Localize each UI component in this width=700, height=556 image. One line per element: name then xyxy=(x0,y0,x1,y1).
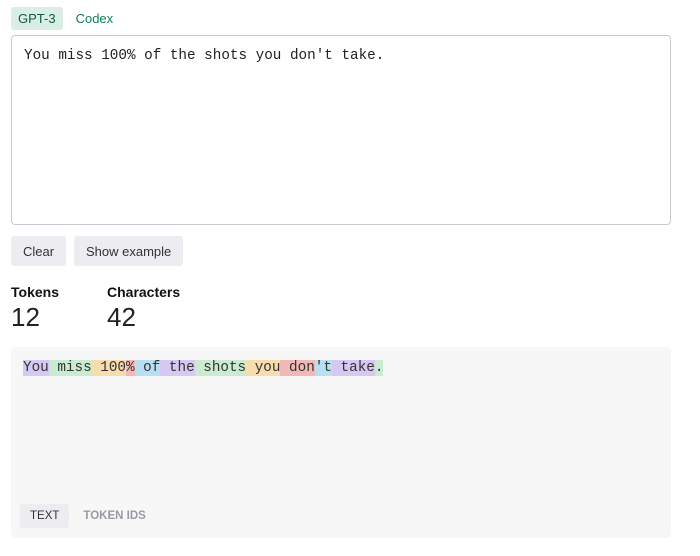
token: shots xyxy=(194,360,247,376)
tokens-stat: Tokens 12 xyxy=(11,284,59,333)
token: 100 xyxy=(91,360,126,376)
token-list: You miss 100% of the shots you don't tak… xyxy=(23,359,384,377)
tokens-count: 12 xyxy=(11,302,40,332)
tab-codex[interactable]: Codex xyxy=(69,7,121,30)
token: of xyxy=(134,360,161,376)
model-tabs: GPT-3 Codex xyxy=(11,7,120,30)
characters-stat: Characters 42 xyxy=(107,284,180,333)
characters-label: Characters xyxy=(107,284,181,300)
token: take xyxy=(331,360,375,376)
tab-gpt3[interactable]: GPT-3 xyxy=(11,7,63,30)
tokenized-output: You miss 100% of the shots you don't tak… xyxy=(11,347,671,538)
view-tabs: TEXT TOKEN IDS xyxy=(20,504,156,528)
token: the xyxy=(160,360,195,376)
token: miss xyxy=(48,360,92,376)
token: don xyxy=(280,360,315,376)
show-example-button[interactable]: Show example xyxy=(74,236,184,266)
text-input[interactable] xyxy=(11,35,671,225)
tab-token-ids[interactable]: TOKEN IDS xyxy=(73,504,155,528)
tab-text[interactable]: TEXT xyxy=(20,504,70,528)
token: you xyxy=(246,360,281,376)
token: . xyxy=(374,360,384,376)
token: % xyxy=(125,360,135,376)
token: 't xyxy=(314,360,332,376)
tokens-label: Tokens xyxy=(11,284,59,300)
characters-count: 42 xyxy=(107,302,136,332)
token: You xyxy=(23,360,49,376)
clear-button[interactable]: Clear xyxy=(11,236,67,266)
